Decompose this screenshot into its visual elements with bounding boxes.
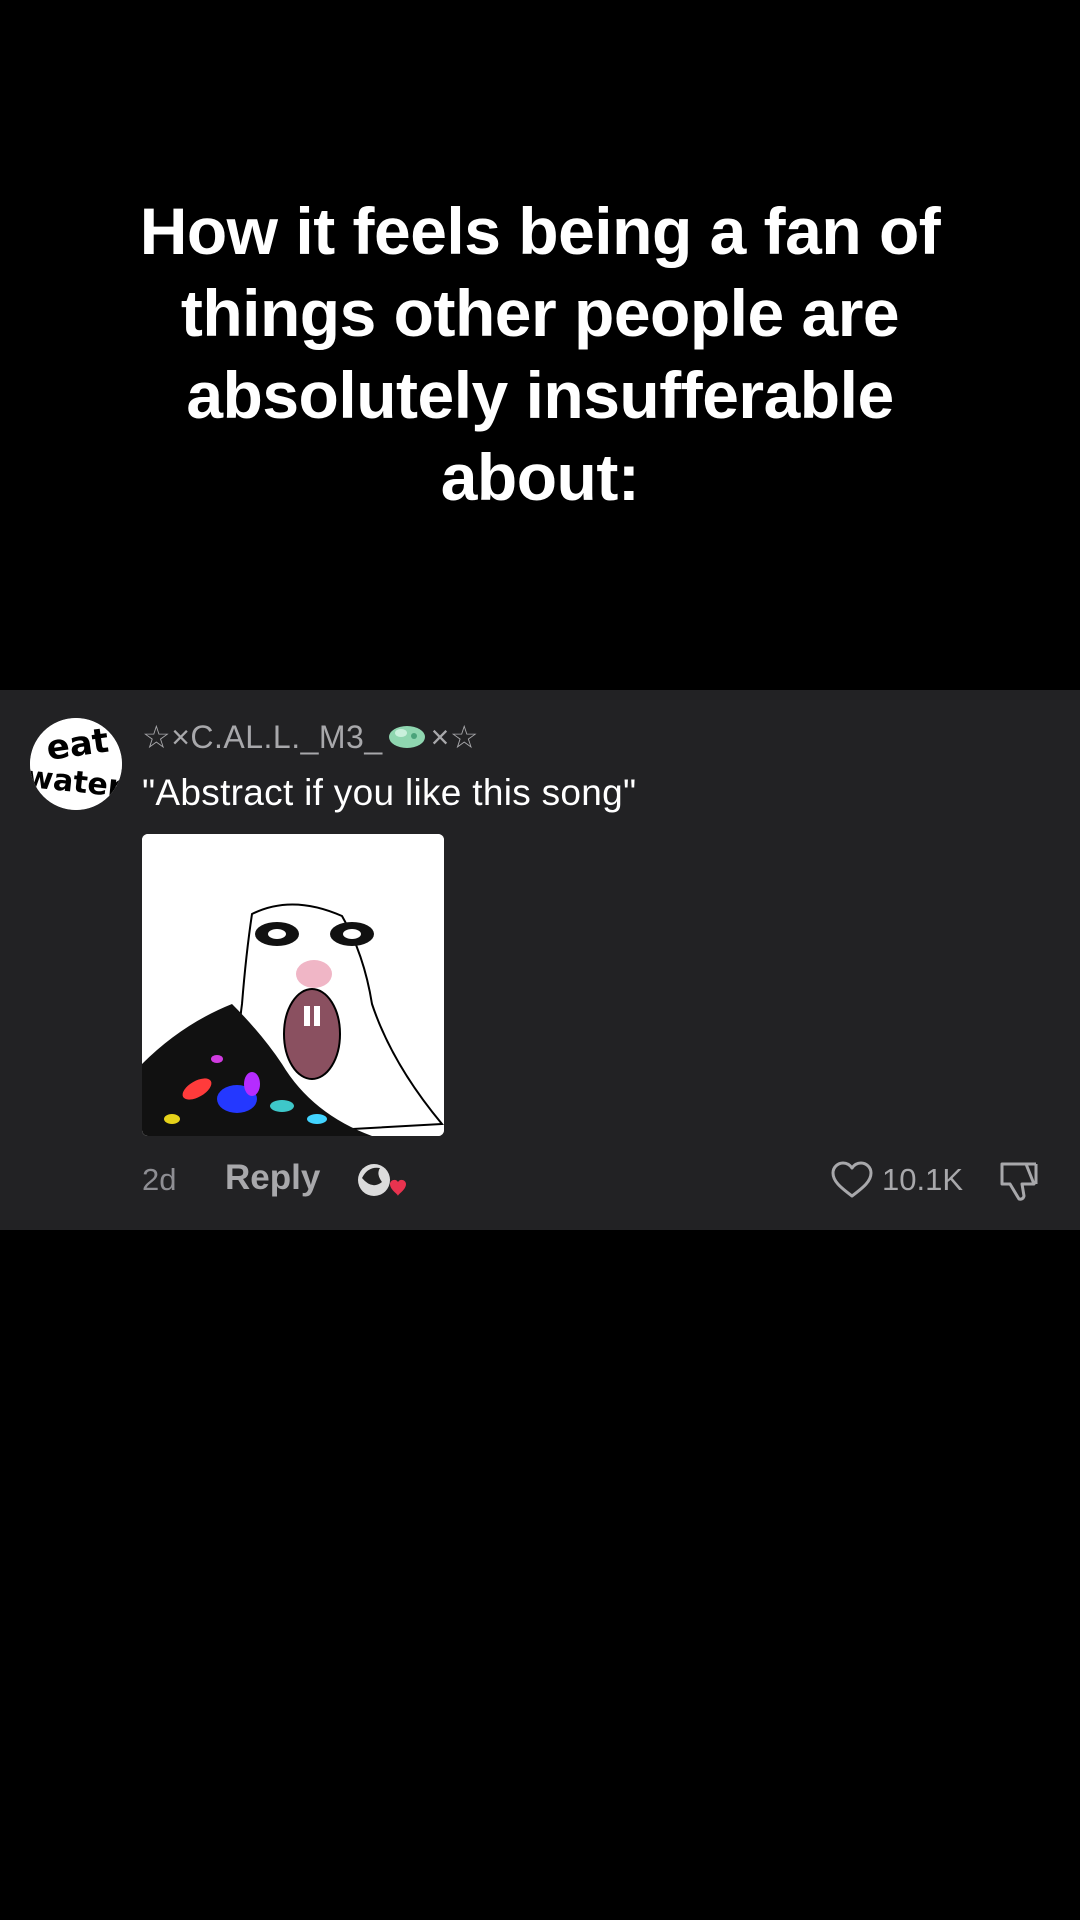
heart-outline-icon bbox=[831, 1161, 873, 1198]
caption-line: about: bbox=[440, 440, 640, 514]
caption-line: How it feels being a fan of bbox=[139, 194, 941, 268]
comment-text: "Abstract if you like this song" bbox=[142, 772, 637, 813]
creator-heart-icon bbox=[358, 1164, 406, 1196]
video-caption: How it feels being a fan of things other… bbox=[90, 190, 990, 518]
thumbs-down-icon bbox=[1000, 1162, 1038, 1201]
abstract-face-sticker-icon bbox=[142, 834, 444, 1136]
dislike-button[interactable] bbox=[996, 1158, 1042, 1204]
liked-by-creator-badge bbox=[354, 1160, 408, 1204]
green-blob-emoji-icon bbox=[387, 721, 427, 758]
caption-line: absolutely insufferable bbox=[186, 358, 894, 432]
comment-sticker-image[interactable] bbox=[142, 834, 444, 1136]
username-suffix: ×☆ bbox=[430, 719, 480, 755]
commenter-username[interactable]: ☆×C.AL.L._M3_ ×☆ bbox=[142, 718, 479, 758]
reply-button[interactable]: Reply bbox=[225, 1158, 320, 1198]
username-prefix: ☆×C.AL.L._M3_ bbox=[142, 719, 383, 755]
like-count: 10.1K bbox=[882, 1162, 964, 1197]
like-button[interactable]: 10.1K bbox=[830, 1158, 963, 1202]
comment-time: 2d bbox=[142, 1162, 177, 1197]
avatar-image: eat water bbox=[30, 718, 122, 810]
commenter-avatar[interactable]: eat water bbox=[30, 718, 122, 810]
caption-line: things other people are bbox=[180, 276, 900, 350]
